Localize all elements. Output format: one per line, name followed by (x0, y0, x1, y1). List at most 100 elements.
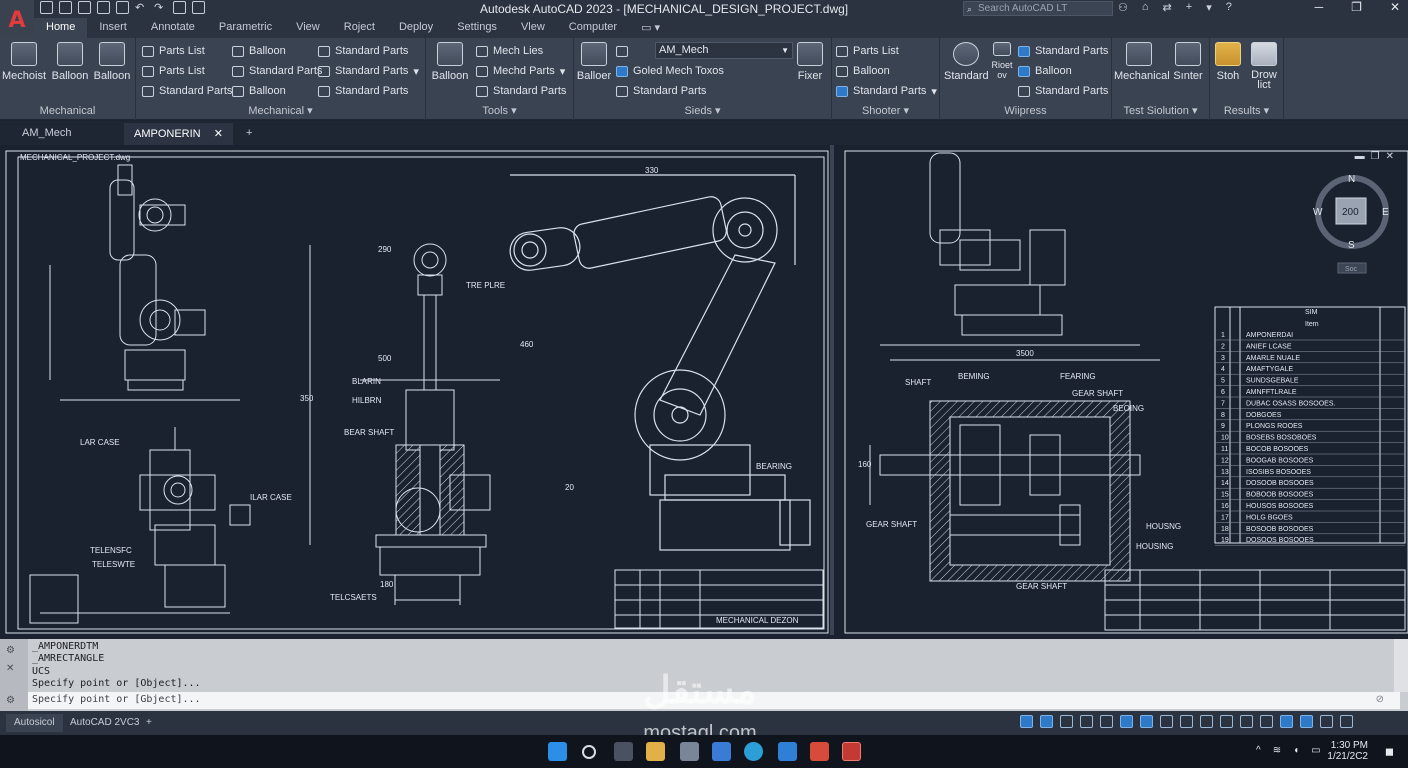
drow-list-button[interactable]: Drow lict (1244, 42, 1284, 91)
layout-tab-model[interactable]: Autosicol (6, 714, 63, 732)
add-icon[interactable]: + (1186, 1, 1192, 14)
add-layout-button[interactable]: + (138, 714, 160, 732)
save-as-icon[interactable] (97, 1, 110, 14)
cart-icon[interactable]: ⌂ (1142, 1, 1149, 14)
tab-extra[interactable]: ▭ ▾ (629, 18, 672, 38)
command-scrollbar[interactable] (1394, 639, 1408, 692)
shield-icon[interactable] (810, 742, 829, 761)
tab-deploy[interactable]: Deploy (387, 18, 445, 38)
clock[interactable]: 1:30 PM 1/21/2C2 (1327, 740, 1368, 762)
compass-unit[interactable]: Soc (1345, 266, 1358, 273)
command-line-handle[interactable]: ⚙ ✕ ⚙ (0, 639, 28, 711)
undo-icon[interactable]: ↶ (135, 1, 148, 14)
volume-icon[interactable]: ◖ (1293, 745, 1299, 756)
balloon-small-button[interactable]: Balloon (232, 43, 286, 59)
tab-computer[interactable]: Computer (557, 18, 629, 38)
sinter-button[interactable]: Sınter (1166, 42, 1210, 82)
store-icon[interactable] (680, 742, 699, 761)
standard-parts-button-2[interactable]: Standard Parts (232, 63, 322, 79)
share-icon[interactable] (173, 1, 186, 14)
close-icon[interactable]: ✕ (1390, 0, 1400, 14)
chevron-down-icon[interactable]: ▾ (931, 85, 937, 98)
tab-view-2[interactable]: Vlew (509, 18, 557, 38)
workspace-icon[interactable] (1220, 715, 1233, 728)
snap-icon[interactable] (1040, 715, 1053, 728)
parts-list-button-2[interactable]: Parts List (142, 63, 205, 79)
polar-icon[interactable] (1080, 715, 1093, 728)
search-input[interactable]: ⌕ Search AutoCAD LT (963, 1, 1113, 16)
standard-parts-wiipress-button-2[interactable]: Standard Parts (1018, 83, 1108, 99)
hardware-icon[interactable] (1300, 715, 1313, 728)
standard-parts-button-3[interactable]: Standard Parts (318, 43, 408, 59)
balloon-button[interactable]: Balloon (48, 42, 92, 82)
drawing-viewport[interactable]: MECHANICAL_PROJECT.dwg LAR CASE TELENSFC… (0, 145, 1408, 639)
doc-tab-amponerin[interactable]: AMPONERIN ✕ (124, 123, 233, 145)
transparency-icon[interactable] (1160, 715, 1173, 728)
file-explorer-icon[interactable] (646, 742, 665, 761)
tab-parametric[interactable]: Parametric (207, 18, 284, 38)
tab-annotate[interactable]: Annotate (139, 18, 207, 38)
standard-parts-button[interactable]: Standard Parts (142, 83, 232, 99)
otrack-icon[interactable] (1120, 715, 1133, 728)
save-icon[interactable] (78, 1, 91, 14)
mail-icon[interactable] (778, 742, 797, 761)
goled-mech-button[interactable]: Goled Mech Toxos (616, 63, 724, 79)
close-icon[interactable]: ✕ (214, 128, 223, 140)
quick-props-icon[interactable] (1260, 715, 1273, 728)
settings-icon[interactable]: ⚙ (6, 645, 15, 656)
notification-icon[interactable]: ◼ (1385, 745, 1394, 758)
open-icon[interactable] (59, 1, 72, 14)
tab-project[interactable]: Roject (332, 18, 387, 38)
balloon-small-button-2[interactable]: Balloon (232, 83, 286, 99)
new-icon[interactable] (40, 1, 53, 14)
customize-icon[interactable]: ⚙ (6, 695, 15, 706)
browser-icon[interactable] (744, 742, 763, 761)
tab-home[interactable]: Home (34, 18, 88, 38)
osnap-icon[interactable] (1100, 715, 1113, 728)
new-tab-button[interactable]: + (236, 123, 262, 145)
style-combo[interactable]: AM_Mech ▼ (655, 42, 793, 59)
viewport-controls[interactable]: ▬❐✕ (1355, 151, 1400, 162)
edge-icon[interactable] (712, 742, 731, 761)
mechoist-button[interactable]: Mechoist (2, 42, 46, 82)
chevron-down-icon[interactable]: ▾ (560, 65, 566, 78)
export-icon[interactable] (192, 1, 205, 14)
minimize-icon[interactable]: ─ (1315, 0, 1324, 14)
annotation-icon[interactable] (1200, 715, 1213, 728)
autocad-logo[interactable]: A (0, 0, 34, 42)
standard-parts-shooter-button[interactable]: Standard Parts ▾ (836, 83, 937, 99)
print-icon[interactable] (116, 1, 129, 14)
standard-parts-tools-button[interactable]: Standard Parts (476, 83, 566, 99)
exchange-icon[interactable]: ⇄ (1163, 1, 1172, 14)
redo-icon[interactable]: ↷ (154, 1, 167, 14)
units-icon[interactable] (1240, 715, 1253, 728)
parts-list-shooter-button[interactable]: Parts List (836, 43, 899, 59)
user-icon[interactable]: ⚇ (1118, 1, 1128, 14)
fixer-button[interactable]: Fixer (788, 42, 832, 82)
mech-lies-button[interactable]: Mech Lies (476, 43, 543, 59)
maximize-icon[interactable]: ❐ (1351, 0, 1362, 14)
stoh-button[interactable]: Stoh (1208, 42, 1248, 82)
chevron-down-icon[interactable]: ▾ (413, 65, 419, 78)
close-icon[interactable]: ✕ (6, 663, 14, 674)
autocad-taskbar-icon[interactable] (842, 742, 861, 761)
standard-parts-wiipress-button[interactable]: Standard Parts (1018, 43, 1108, 59)
balloon-button-2[interactable]: Balloon (90, 42, 134, 82)
parts-list-button[interactable]: Parts List (142, 43, 205, 59)
viewcube-compass[interactable] (1315, 175, 1389, 274)
layout-tab-2[interactable]: AutoCAD 2VC3 (62, 714, 147, 732)
isolate-icon[interactable] (1280, 715, 1293, 728)
chevron-up-icon[interactable]: ^ (1256, 745, 1261, 756)
ortho-icon[interactable] (1060, 715, 1073, 728)
battery-icon[interactable]: ▭ (1311, 745, 1320, 756)
recent-commands-icon[interactable]: ⊘ (1376, 694, 1384, 705)
tab-view[interactable]: View (284, 18, 332, 38)
standard-parts-sieds-button[interactable]: Standard Parts (616, 83, 706, 99)
balloon-tools-button[interactable]: Balloon (428, 42, 472, 82)
balloer-button[interactable]: Balloer (572, 42, 616, 82)
mechanical-test-button[interactable]: Mechanical (1114, 42, 1170, 82)
tab-insert[interactable]: Insert (87, 18, 139, 38)
style-icon-button[interactable] (616, 43, 628, 59)
lineweight-icon[interactable] (1140, 715, 1153, 728)
standard-parts-button-5[interactable]: Standard Parts (318, 83, 408, 99)
